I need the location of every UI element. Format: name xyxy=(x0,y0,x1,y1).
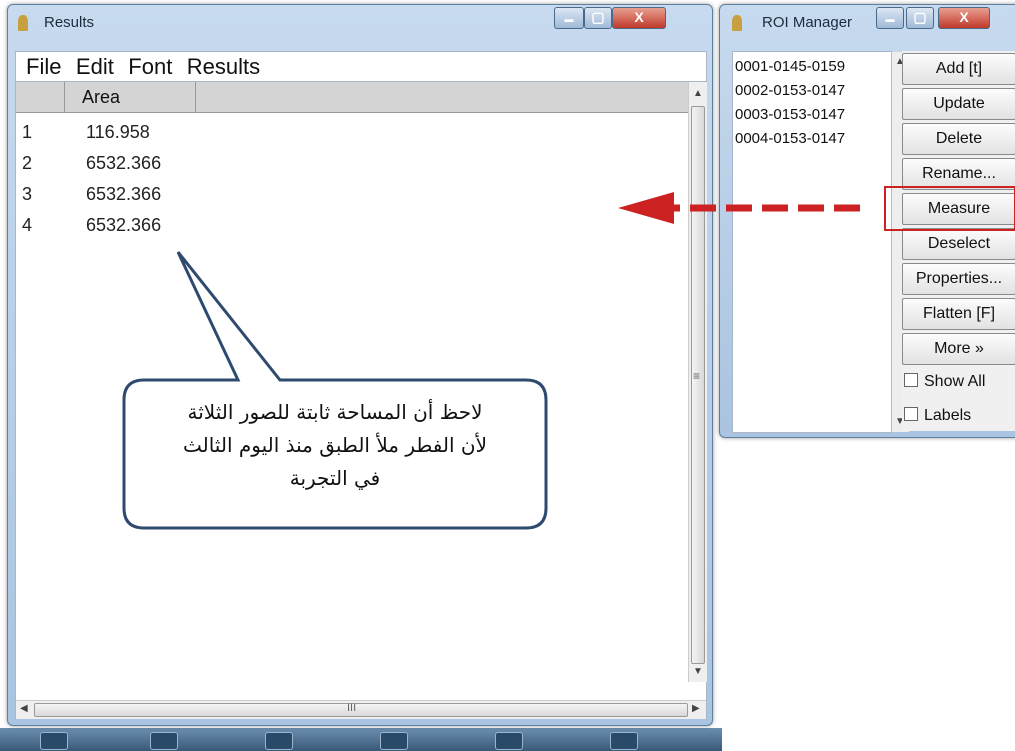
checkbox-box[interactable] xyxy=(904,373,918,387)
row-area-value: 6532.366 xyxy=(86,153,162,173)
callout-line: لأن الفطر ملأ الطبق منذ اليوم الثالث xyxy=(182,433,488,457)
show-all-checkbox[interactable]: Show All xyxy=(904,373,985,391)
menu-edit[interactable]: Edit xyxy=(76,52,114,82)
menu-file[interactable]: File xyxy=(26,52,61,82)
close-button[interactable]: X xyxy=(612,7,666,29)
maximize-icon: ▢ xyxy=(913,9,927,25)
row-area-value: 6532.366 xyxy=(86,184,162,204)
callout-line: لاحظ أن المساحة ثابتة للصور الثلاثة xyxy=(187,400,483,424)
scroll-right-icon[interactable]: ▶ xyxy=(692,703,700,714)
more-button[interactable]: More » xyxy=(902,333,1015,365)
row-index: 3 xyxy=(22,184,33,204)
horizontal-scrollbar[interactable]: ◀ III ▶ xyxy=(16,700,706,719)
checkbox-box[interactable] xyxy=(904,407,918,421)
annotation-callout: لاحظ أن المساحة ثابتة للصور الثلاثة لأن … xyxy=(120,251,550,532)
menu-font[interactable]: Font xyxy=(128,52,172,82)
properties-button[interactable]: Properties... xyxy=(902,263,1015,295)
index-column-header[interactable] xyxy=(16,82,65,112)
area-column-header[interactable]: Area xyxy=(64,82,196,112)
imagej-icon xyxy=(732,15,742,31)
taskbar-app-icon[interactable] xyxy=(495,732,523,750)
add-button[interactable]: Add [t] xyxy=(902,53,1015,85)
roi-list-item[interactable]: 0004-0153-0147 xyxy=(735,130,845,147)
show-all-label: Show All xyxy=(924,373,986,390)
row-area-value: 116.958 xyxy=(86,122,150,142)
scroll-up-icon[interactable]: ▲ xyxy=(693,88,703,99)
maximize-button[interactable]: ▢ xyxy=(584,7,612,29)
menu-results[interactable]: Results xyxy=(187,52,260,82)
labels-checkbox[interactable]: Labels xyxy=(904,407,971,425)
roi-button-panel: Add [t] Update Delete Rename... Measure … xyxy=(902,51,1015,431)
red-arrow-icon xyxy=(618,192,860,224)
taskbar-app-icon[interactable] xyxy=(265,732,293,750)
close-button[interactable]: X xyxy=(938,7,990,29)
roi-list[interactable]: 0001-0145-0159 0002-0153-0147 0003-0153-… xyxy=(732,51,909,433)
update-button[interactable]: Update xyxy=(902,88,1015,120)
minimize-icon: ▬ xyxy=(564,14,574,24)
horizontal-scroll-thumb[interactable]: III xyxy=(34,702,688,717)
roi-list-item[interactable]: 0001-0145-0159 xyxy=(735,58,845,75)
row-index: 1 xyxy=(22,122,33,142)
row-index: 4 xyxy=(22,215,33,235)
labels-label: Labels xyxy=(924,407,972,424)
callout-text: لاحظ أن المساحة ثابتة للصور الثلاثة لأن … xyxy=(120,396,550,495)
delete-button[interactable]: Delete xyxy=(902,123,1015,155)
scroll-grip-icon: ≡ xyxy=(693,369,701,383)
results-window-title: Results xyxy=(44,14,95,31)
taskbar-app-icon[interactable] xyxy=(610,732,638,750)
scroll-down-icon[interactable]: ▼ xyxy=(693,666,703,677)
taskbar-app-icon[interactable] xyxy=(40,732,68,750)
minimize-button[interactable]: ▬ xyxy=(876,7,904,29)
scroll-grip-icon: III xyxy=(347,702,357,714)
scroll-left-icon[interactable]: ◀ xyxy=(20,703,28,714)
roi-list-item[interactable]: 0002-0153-0147 xyxy=(735,82,845,99)
row-area-value: 6532.366 xyxy=(86,215,162,235)
deselect-button[interactable]: Deselect xyxy=(902,228,1015,260)
vertical-scrollbar[interactable]: ▲ ≡ ▼ xyxy=(688,82,707,682)
flatten-button[interactable]: Flatten [F] xyxy=(902,298,1015,330)
maximize-icon: ▢ xyxy=(591,9,605,25)
maximize-button[interactable]: ▢ xyxy=(906,7,934,29)
taskbar-strip xyxy=(0,728,722,751)
callout-line: في التجربة xyxy=(289,466,381,490)
roi-window-title: ROI Manager xyxy=(762,14,853,31)
measure-highlight-box xyxy=(884,186,1015,231)
results-titlebar[interactable]: Results ▬ ▢ X xyxy=(8,5,712,41)
minimize-button[interactable]: ▬ xyxy=(554,7,584,29)
results-menubar: File Edit Font Results xyxy=(15,51,707,82)
taskbar-app-icon[interactable] xyxy=(150,732,178,750)
roi-list-item[interactable]: 0003-0153-0147 xyxy=(735,106,845,123)
roi-titlebar[interactable]: ROI Manager ▬ ▢ X xyxy=(720,5,1015,41)
table-header-row: Area xyxy=(16,82,688,113)
row-index: 2 xyxy=(22,153,33,173)
close-icon: X xyxy=(959,9,969,25)
taskbar-app-icon[interactable] xyxy=(380,732,408,750)
minimize-icon: ▬ xyxy=(885,14,895,24)
close-icon: X xyxy=(634,9,644,25)
imagej-icon xyxy=(18,15,28,31)
